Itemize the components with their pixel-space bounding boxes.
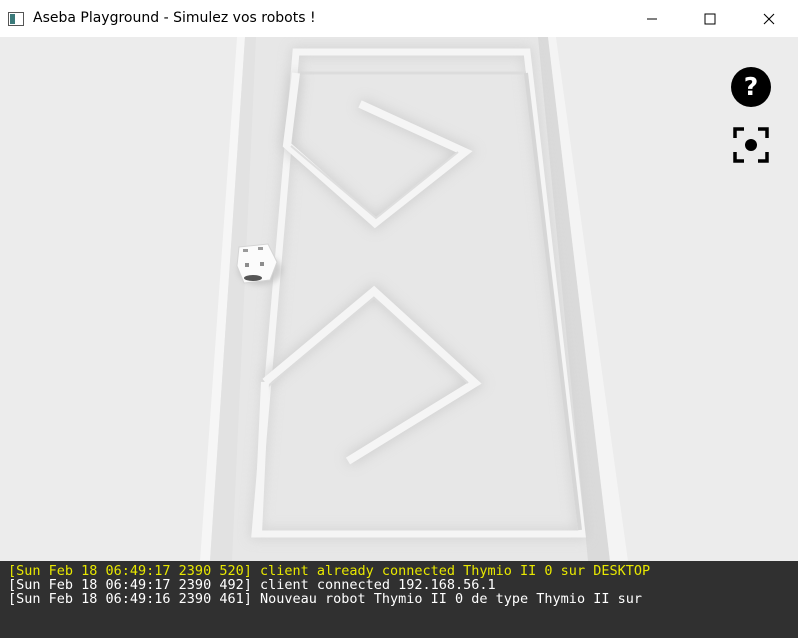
log-console[interactable]: [Sun Feb 18 06:49:17 2390 520] client al…: [0, 561, 798, 638]
help-icon: ?: [729, 67, 773, 113]
close-icon: [763, 13, 775, 25]
simulation-viewport[interactable]: ?: [0, 37, 798, 561]
close-button[interactable]: [740, 0, 798, 37]
recenter-camera-button[interactable]: [732, 126, 770, 164]
help-button[interactable]: ?: [729, 65, 773, 109]
log-line: [Sun Feb 18 06:49:17 2390 492] client co…: [8, 577, 496, 593]
maximize-button[interactable]: [681, 0, 739, 37]
window-title: Aseba Playground - Simulez vos robots !: [33, 10, 316, 26]
minimize-icon: [646, 13, 658, 25]
window-titlebar[interactable]: Aseba Playground - Simulez vos robots !: [0, 0, 798, 37]
app-window-icon: [8, 11, 24, 26]
minimize-button[interactable]: [623, 0, 681, 37]
svg-text:?: ?: [744, 72, 759, 101]
log-line: [Sun Feb 18 06:49:16 2390 461] Nouveau r…: [8, 591, 642, 607]
maximize-icon: [704, 13, 716, 25]
camera-focus-icon: [732, 127, 770, 168]
log-line: [Sun Feb 18 06:49:17 2390 520] client al…: [8, 563, 651, 579]
